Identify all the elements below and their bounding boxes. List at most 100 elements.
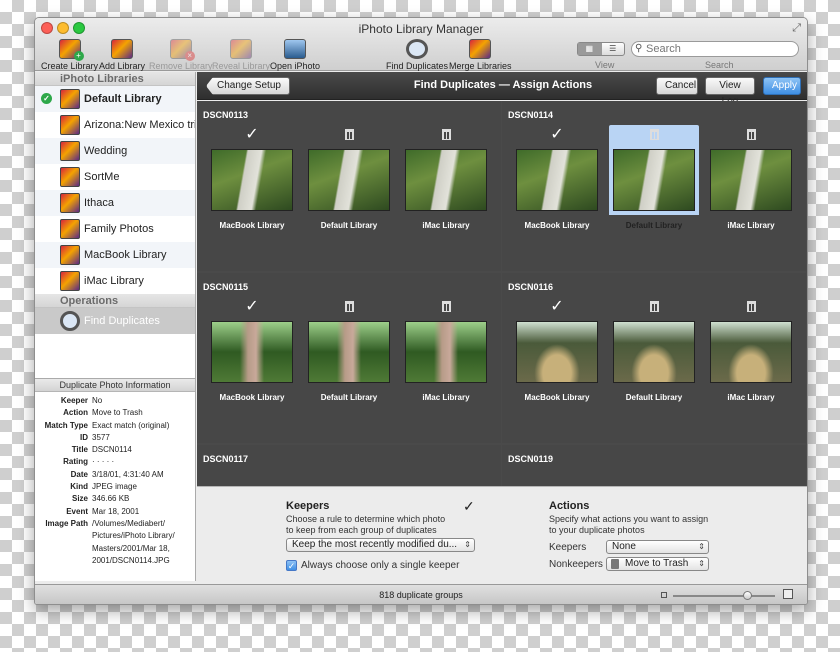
duplicate-photo[interactable]: ✓ MacBook Library — [207, 297, 297, 402]
zoom-slider[interactable] — [673, 591, 775, 600]
create-library-icon: + — [58, 39, 84, 61]
duplicate-group: DSCN0117 — [197, 445, 501, 486]
photo-thumbnail[interactable] — [613, 321, 695, 383]
find-duplicates-button[interactable]: Find Duplicates — [386, 39, 448, 71]
sidebar-item-find-duplicates[interactable]: Find Duplicates — [35, 308, 195, 334]
search-placeholder: Search — [646, 43, 681, 55]
thumbnail-frame — [706, 145, 796, 215]
thumbnail-frame — [512, 145, 602, 215]
duplicate-photo[interactable]: ✓ MacBook Library — [512, 125, 602, 230]
duplicate-photo[interactable]: Default Library — [609, 125, 699, 230]
reveal-library-button[interactable]: Reveal Library — [212, 39, 270, 71]
library-icon — [60, 219, 80, 239]
duplicate-photo[interactable]: ✓ MacBook Library — [207, 125, 297, 230]
thumbnail-frame — [609, 145, 699, 215]
photo-thumbnail[interactable] — [211, 321, 293, 383]
duplicate-photo[interactable]: ✓ MacBook Library — [512, 297, 602, 402]
keeper-check-icon[interactable]: ✓ — [207, 125, 297, 145]
trash-icon[interactable] — [609, 125, 699, 145]
open-iphoto-button[interactable]: Open iPhoto — [270, 39, 320, 71]
thumbnail-frame — [401, 145, 491, 215]
library-icon — [60, 115, 80, 135]
create-library-button[interactable]: + Create Library — [41, 39, 98, 71]
sidebar-item-imac-library[interactable]: iMac Library — [35, 268, 195, 294]
photo-thumbnail[interactable] — [516, 149, 598, 211]
keeper-rule-popup[interactable]: Keep the most recently modified du... ⇕ — [286, 538, 475, 552]
library-caption: iMac Library — [727, 393, 775, 402]
duplicate-photo[interactable]: Default Library — [609, 297, 699, 402]
keeper-check-icon[interactable]: ✓ — [512, 125, 602, 145]
sidebar-item-sortme[interactable]: SortMe — [35, 164, 195, 190]
sidebar-item-wedding[interactable]: Wedding — [35, 138, 195, 164]
photo-thumbnail[interactable] — [613, 149, 695, 211]
photo-thumbnail[interactable] — [710, 149, 792, 211]
view-label: View — [595, 60, 615, 70]
thumbnail-frame — [609, 317, 699, 387]
remove-library-button[interactable]: × Remove Library — [149, 39, 213, 71]
photo-thumbnail[interactable] — [710, 321, 792, 383]
info-row: Event Mar 18, 2001 — [35, 506, 195, 518]
photo-thumbnail[interactable] — [516, 321, 598, 383]
library-caption: iMac Library — [422, 221, 470, 230]
library-caption: MacBook Library — [219, 393, 285, 402]
photo-thumbnail[interactable] — [308, 321, 390, 383]
default-check-icon: ✓ — [41, 93, 52, 104]
iphoto-icon — [284, 39, 307, 59]
app-window: iPhoto Library Manager ⤢ + Create Library… — [34, 17, 808, 605]
trash-icon[interactable] — [609, 297, 699, 317]
group-title: DSCN0119 — [508, 454, 554, 464]
trash-icon[interactable] — [706, 125, 796, 145]
info-value: /Volumes/Mediabert/ Pictures/iPhoto Libr… — [92, 518, 175, 565]
view-log-button[interactable]: View Log — [705, 77, 755, 107]
group-title: DSCN0114 — [508, 110, 554, 120]
search-input[interactable]: ⚲ Search — [631, 41, 799, 57]
fullscreen-icon[interactable]: ⤢ — [792, 22, 801, 35]
info-row: Keeper No — [35, 395, 195, 407]
rules-panel: Keepers ✓ Choose a rule to determine whi… — [197, 486, 807, 584]
cancel-button[interactable]: Cancel — [656, 77, 698, 95]
duplicate-photo[interactable]: Default Library — [304, 297, 394, 402]
trash-icon[interactable] — [401, 297, 491, 317]
sidebar-item-arizona[interactable]: Arizona:New Mexico trip — [35, 112, 195, 138]
remove-library-icon: × — [169, 39, 195, 61]
sidebar-item-default-library[interactable]: ✓ Default Library — [35, 86, 195, 112]
photo-thumbnail[interactable] — [211, 149, 293, 211]
library-caption: Default Library — [320, 221, 378, 230]
list-view-icon[interactable]: ☰ — [602, 43, 625, 55]
add-library-button[interactable]: Add Library — [99, 39, 145, 71]
nonkeepers-action-popup[interactable]: Move to Trash ⇕ — [606, 557, 709, 571]
keepers-description: Choose a rule to determine which photo t… — [286, 514, 446, 535]
view-segmented-control[interactable]: ▦ ☰ — [577, 42, 625, 56]
trash-icon[interactable] — [304, 125, 394, 145]
merge-libraries-button[interactable]: Merge Libraries — [449, 39, 512, 71]
info-value: Mar 18, 2001 — [92, 506, 140, 516]
trash-icon[interactable] — [304, 297, 394, 317]
photo-thumbnail[interactable] — [405, 149, 487, 211]
library-caption: Default Library — [625, 393, 683, 402]
grid-view-icon[interactable]: ▦ — [578, 43, 602, 55]
thumbnail-frame — [304, 145, 394, 215]
keeper-check-icon[interactable]: ✓ — [512, 297, 602, 317]
keepers-action-popup[interactable]: None ⇕ — [606, 540, 709, 554]
duplicate-group: DSCN0114 ✓ MacBook Library Default Library i… — [502, 101, 806, 271]
duplicate-photo[interactable]: iMac Library — [401, 297, 491, 402]
sidebar-item-family-photos[interactable]: Family Photos — [35, 216, 195, 242]
trash-icon[interactable] — [401, 125, 491, 145]
duplicate-photo[interactable]: Default Library — [304, 125, 394, 230]
zoom-slider-knob[interactable] — [742, 591, 752, 600]
library-list: ✓ Default Library Arizona:New Mexico trip… — [35, 86, 195, 294]
info-row: Title DSCN0114 — [35, 444, 195, 456]
trash-icon[interactable] — [706, 297, 796, 317]
duplicate-photo[interactable]: iMac Library — [401, 125, 491, 230]
duplicate-photo[interactable]: iMac Library — [706, 125, 796, 230]
keeper-check-icon[interactable]: ✓ — [207, 297, 297, 317]
sidebar-item-macbook-library[interactable]: MacBook Library — [35, 242, 195, 268]
open-iphoto-label: Open iPhoto — [270, 61, 321, 71]
sidebar-item-ithaca[interactable]: Ithaca — [35, 190, 195, 216]
duplicate-photo[interactable]: iMac Library — [706, 297, 796, 402]
photo-thumbnail[interactable] — [405, 321, 487, 383]
thumbnail-frame — [401, 317, 491, 387]
photo-thumbnail[interactable] — [308, 149, 390, 211]
single-keeper-checkbox[interactable]: ✓ — [286, 560, 297, 571]
apply-button[interactable]: Apply — [763, 77, 801, 95]
